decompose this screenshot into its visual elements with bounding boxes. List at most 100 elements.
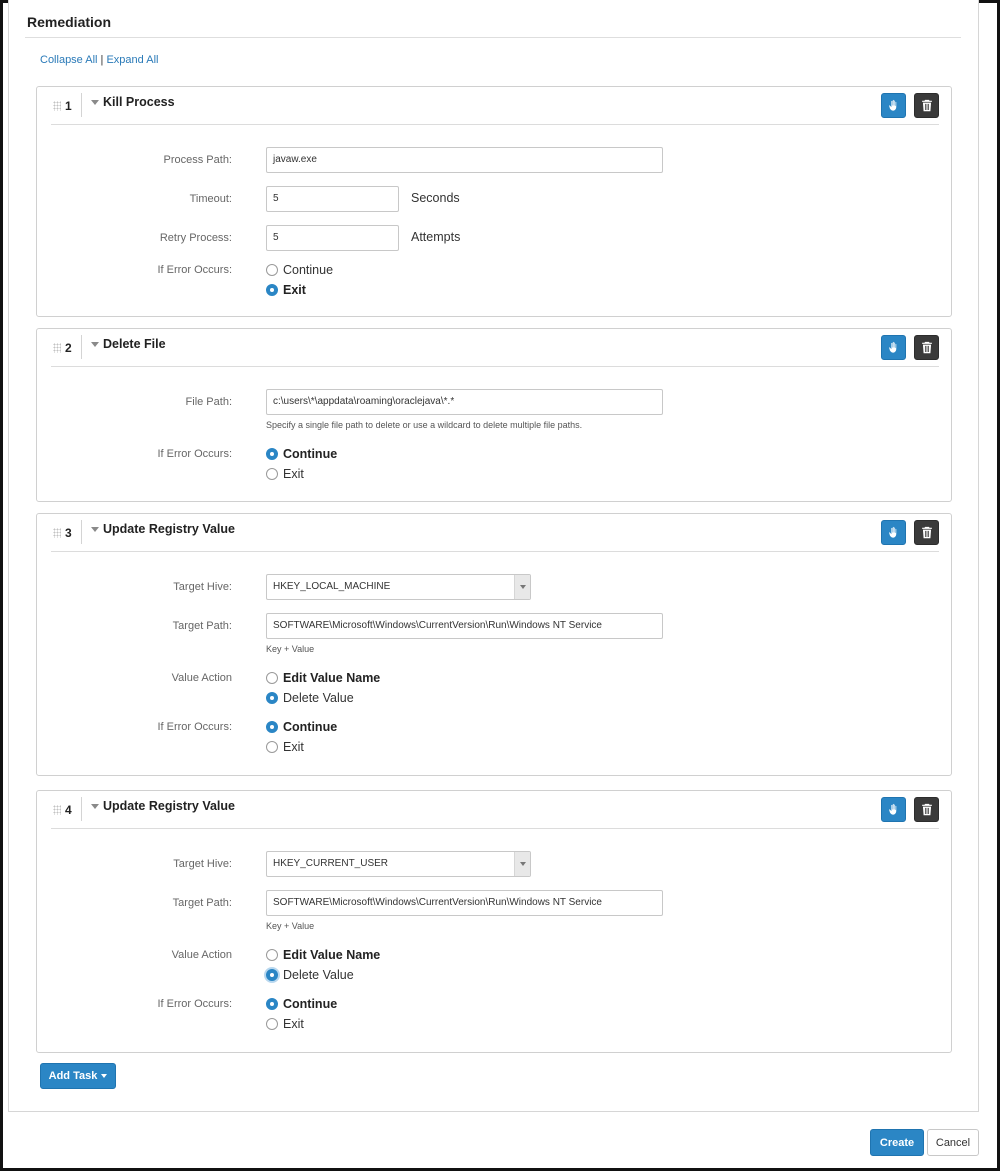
radio-label: Exit [283, 1017, 304, 1031]
create-button[interactable]: Create [870, 1129, 924, 1156]
radio-edit-value-name[interactable]: Edit Value Name [266, 947, 380, 963]
target-path-input[interactable]: SOFTWARE\Microsoft\Windows\CurrentVersio… [266, 613, 663, 639]
radio-label: Delete Value [283, 691, 354, 705]
process-path-input[interactable]: javaw.exe [266, 147, 663, 173]
header-separator [81, 520, 82, 544]
task-header: 1 Kill Process [51, 87, 939, 125]
retry-label: Retry Process: [159, 232, 232, 244]
radio-continue[interactable]: Continue [266, 446, 337, 462]
radio-exit[interactable]: Exit [266, 466, 304, 482]
file-path-help: Specify a single file path to delete or … [266, 420, 583, 430]
trash-icon [921, 341, 932, 354]
radio-label: Edit Value Name [283, 948, 381, 962]
drag-handle-icon[interactable] [53, 805, 61, 815]
collapse-caret-icon[interactable] [91, 527, 99, 532]
task-card-3: 3 Update Registry Value Target Hive: HKE… [36, 513, 952, 776]
hand-icon [889, 803, 897, 815]
delete-task-button[interactable] [914, 335, 939, 360]
delete-task-button[interactable] [914, 93, 939, 118]
task-number: 3 [65, 526, 72, 540]
task-number: 4 [65, 803, 72, 817]
move-task-button[interactable] [881, 93, 906, 118]
radio-circle [266, 692, 278, 704]
radio-label: Continue [283, 997, 338, 1011]
radio-exit[interactable]: Exit [266, 282, 306, 298]
drag-handle-icon[interactable] [53, 528, 61, 538]
target-path-label: Target Path: [172, 620, 232, 632]
process-path-label: Process Path: [163, 154, 232, 166]
radio-continue[interactable]: Continue [266, 262, 333, 278]
task-title: Update Registry Value [103, 522, 235, 536]
collapse-all-link[interactable]: Collapse All [40, 54, 97, 66]
task-title: Delete File [103, 337, 166, 351]
header-separator [81, 335, 82, 359]
value-action-label: Value Action [171, 672, 232, 684]
radio-label: Continue [283, 263, 334, 277]
task-header: 2 Delete File [51, 329, 939, 367]
expand-all-link[interactable]: Expand All [106, 54, 158, 66]
target-hive-value: HKEY_CURRENT_USER [273, 858, 389, 869]
radio-delete-value[interactable]: Delete Value [266, 967, 354, 983]
task-number: 1 [65, 99, 72, 113]
task-title: Kill Process [103, 95, 175, 109]
timeout-input[interactable]: 5 [266, 186, 399, 212]
target-path-input[interactable]: SOFTWARE\Microsoft\Windows\CurrentVersio… [266, 890, 663, 916]
value-action-label: Value Action [171, 949, 232, 961]
target-path-help: Key + Value [266, 644, 315, 654]
timeout-label: Timeout: [189, 193, 232, 205]
add-task-label: Add Task [48, 1070, 98, 1082]
radio-circle [266, 468, 278, 480]
radio-exit[interactable]: Exit [266, 1016, 304, 1032]
radio-continue[interactable]: Continue [266, 996, 337, 1012]
radio-circle [266, 949, 278, 961]
error-label: If Error Occurs: [157, 998, 232, 1010]
trash-icon [921, 526, 932, 539]
radio-delete-value[interactable]: Delete Value [266, 690, 354, 706]
move-task-button[interactable] [881, 335, 906, 360]
collapse-caret-icon[interactable] [91, 100, 99, 105]
section-title: Remediation [27, 14, 112, 30]
error-label: If Error Occurs: [157, 448, 232, 460]
target-hive-select[interactable]: HKEY_LOCAL_MACHINE [266, 574, 531, 600]
radio-circle [266, 741, 278, 753]
task-title: Update Registry Value [103, 799, 235, 813]
remediation-panel: Remediation Collapse All | Expand All 1 … [8, 0, 979, 1112]
delete-task-button[interactable] [914, 797, 939, 822]
radio-circle [266, 1018, 278, 1030]
radio-label: Exit [283, 467, 304, 481]
collapse-caret-icon[interactable] [91, 342, 99, 347]
radio-circle [266, 998, 278, 1010]
target-hive-select[interactable]: HKEY_CURRENT_USER [266, 851, 531, 877]
chevron-down-icon[interactable] [514, 575, 530, 599]
move-task-button[interactable] [881, 797, 906, 822]
radio-circle [266, 721, 278, 733]
move-task-button[interactable] [881, 520, 906, 545]
radio-exit[interactable]: Exit [266, 739, 304, 755]
delete-task-button[interactable] [914, 520, 939, 545]
radio-circle [266, 284, 278, 296]
file-path-input[interactable]: c:\users\*\appdata\roaming\oraclejava\*.… [266, 389, 663, 415]
radio-circle [266, 969, 278, 981]
trash-icon [921, 803, 932, 816]
header-separator [81, 93, 82, 117]
drag-handle-icon[interactable] [53, 101, 61, 111]
radio-edit-value-name[interactable]: Edit Value Name [266, 670, 380, 686]
target-hive-label: Target Hive: [173, 581, 232, 593]
collapse-caret-icon[interactable] [91, 804, 99, 809]
link-separator: | [100, 54, 104, 66]
section-divider [25, 37, 961, 38]
drag-handle-icon[interactable] [53, 343, 61, 353]
radio-label: Continue [283, 720, 338, 734]
hand-icon [889, 341, 897, 353]
file-path-label: File Path: [185, 396, 232, 408]
chevron-down-icon[interactable] [514, 852, 530, 876]
radio-label: Delete Value [283, 968, 354, 982]
add-task-button[interactable]: Add Task [40, 1063, 116, 1089]
radio-circle [266, 264, 278, 276]
header-separator [81, 797, 82, 821]
retry-unit: Attempts [411, 230, 461, 244]
cancel-button[interactable]: Cancel [927, 1129, 979, 1156]
dropdown-caret-icon [101, 1074, 108, 1078]
radio-continue[interactable]: Continue [266, 719, 337, 735]
retry-input[interactable]: 5 [266, 225, 399, 251]
